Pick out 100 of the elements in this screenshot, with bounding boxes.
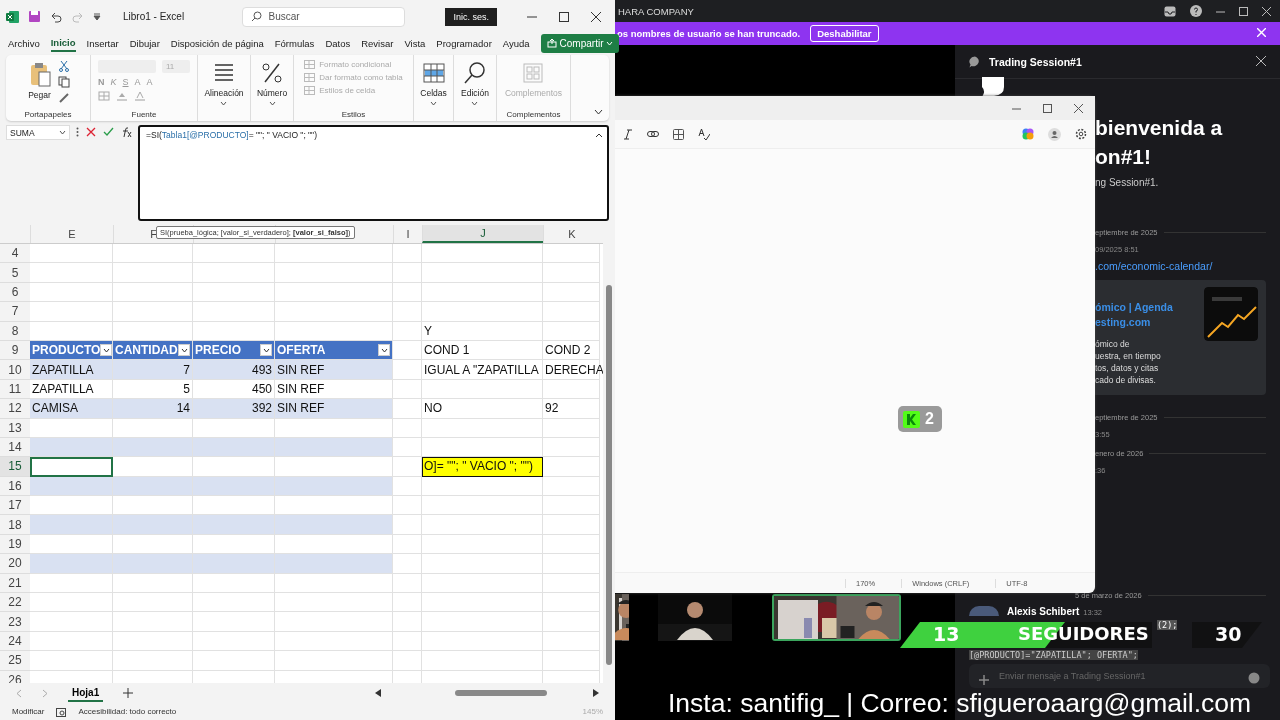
- brush-icon[interactable]: [57, 92, 70, 104]
- selected-cell[interactable]: [30, 457, 113, 477]
- table-header-cell[interactable]: CANTIDAD: [113, 340, 193, 361]
- table-cell[interactable]: [275, 612, 393, 632]
- table-cell[interactable]: [543, 515, 600, 535]
- italic-icon[interactable]: [623, 128, 633, 140]
- close-icon[interactable]: [1256, 55, 1266, 66]
- sheet-tab[interactable]: Hoja1: [68, 684, 104, 702]
- table-cell[interactable]: [422, 379, 543, 400]
- table-cell[interactable]: [422, 573, 543, 594]
- ribbon-tab[interactable]: Archivo: [8, 35, 40, 51]
- table-cell[interactable]: [543, 263, 600, 283]
- editing-cell[interactable]: O]= ""; " VACIO "; ""): [422, 457, 543, 477]
- table-cell[interactable]: [422, 554, 543, 574]
- table-cell[interactable]: [193, 515, 275, 535]
- row-header[interactable]: 20: [0, 554, 30, 574]
- table-cell[interactable]: [543, 554, 600, 574]
- table-cell[interactable]: [113, 282, 193, 303]
- table-cell[interactable]: [543, 379, 600, 400]
- table-cell[interactable]: [193, 593, 275, 613]
- preview-title[interactable]: ómico | Agenda: [1095, 300, 1173, 315]
- table-cell[interactable]: [30, 263, 113, 283]
- table-cell[interactable]: [193, 418, 275, 438]
- row-header[interactable]: 7: [0, 302, 30, 322]
- table-cell[interactable]: [275, 476, 393, 497]
- table-cell[interactable]: [543, 476, 600, 497]
- help-icon[interactable]: [1190, 5, 1202, 17]
- table-cell[interactable]: COND 2: [543, 340, 600, 361]
- ribbon-button[interactable]: Alineación: [202, 57, 246, 110]
- table-cell[interactable]: SIN REF: [275, 360, 393, 380]
- table-cell[interactable]: [543, 282, 600, 303]
- table-cell[interactable]: [275, 321, 393, 341]
- row-header[interactable]: 19: [0, 534, 30, 555]
- table-cell[interactable]: [393, 437, 422, 458]
- customize-icon[interactable]: [93, 12, 101, 21]
- avatar-icon[interactable]: [969, 606, 999, 616]
- table-cell[interactable]: [393, 534, 422, 555]
- table-cell[interactable]: [113, 631, 193, 652]
- previous-sheet-icon[interactable]: [16, 688, 22, 698]
- table-cell[interactable]: SIN REF: [275, 399, 393, 419]
- table-cell[interactable]: [422, 515, 543, 535]
- table-header-cell[interactable]: OFERTA: [275, 340, 393, 361]
- row-header[interactable]: 16: [0, 476, 30, 497]
- inbox-icon[interactable]: [1164, 5, 1176, 17]
- table-cell[interactable]: 493: [193, 360, 275, 380]
- row-header[interactable]: 10: [0, 360, 30, 380]
- ribbon-tab[interactable]: Ayuda: [502, 35, 530, 51]
- table-cell[interactable]: [30, 302, 113, 322]
- check-icon[interactable]: [103, 127, 114, 137]
- table-cell[interactable]: [275, 437, 393, 458]
- table-cell[interactable]: [393, 554, 422, 574]
- table-cell[interactable]: [113, 593, 193, 613]
- table-cell[interactable]: [275, 554, 393, 574]
- table-cell[interactable]: [275, 651, 393, 671]
- table-cell[interactable]: [543, 496, 600, 516]
- ribbon-tab[interactable]: Datos: [325, 35, 351, 51]
- collapse-ribbon-icon[interactable]: [594, 109, 603, 115]
- table-cell[interactable]: [113, 573, 193, 594]
- table-cell[interactable]: [275, 282, 393, 303]
- row-header[interactable]: 14: [0, 437, 30, 458]
- table-cell[interactable]: [422, 302, 543, 322]
- table-cell[interactable]: 7: [113, 360, 193, 380]
- ribbon-button[interactable]: Número: [254, 57, 290, 110]
- table-cell[interactable]: [543, 457, 600, 477]
- table-cell[interactable]: [113, 612, 193, 632]
- table-cell[interactable]: ZAPATILLA: [30, 360, 113, 380]
- table-cell[interactable]: [193, 573, 275, 594]
- close-icon[interactable]: [1074, 103, 1083, 113]
- search-field[interactable]: Buscar: [242, 6, 406, 27]
- ribbon-tab[interactable]: Inicio: [50, 34, 76, 52]
- table-cell[interactable]: [113, 263, 193, 283]
- row-header[interactable]: 8: [0, 321, 30, 341]
- table-cell[interactable]: [275, 573, 393, 594]
- column-header[interactable]: K: [543, 225, 600, 243]
- link-icon[interactable]: [647, 130, 659, 138]
- name-box[interactable]: SUMA: [6, 125, 70, 140]
- table-cell[interactable]: [113, 302, 193, 322]
- row-header[interactable]: 23: [0, 612, 30, 632]
- table-cell[interactable]: [393, 244, 422, 264]
- row-header[interactable]: 9: [0, 340, 30, 361]
- table-cell[interactable]: [422, 631, 543, 652]
- table-icon[interactable]: [673, 128, 684, 140]
- table-cell[interactable]: [275, 302, 393, 322]
- table-cell[interactable]: [393, 631, 422, 652]
- table-cell[interactable]: [393, 263, 422, 283]
- table-cell[interactable]: CAMISA: [30, 399, 113, 419]
- table-cell[interactable]: [30, 515, 113, 535]
- table-cell[interactable]: [422, 593, 543, 613]
- row-header[interactable]: 17: [0, 496, 30, 516]
- table-cell[interactable]: [193, 457, 275, 477]
- table-cell[interactable]: [193, 282, 275, 303]
- table-cell[interactable]: [543, 244, 600, 264]
- profile-icon[interactable]: [1048, 127, 1061, 141]
- row-header[interactable]: 24: [0, 631, 30, 652]
- cancel-icon[interactable]: [86, 127, 96, 137]
- table-cell[interactable]: [113, 457, 193, 477]
- undo-icon[interactable]: [49, 10, 63, 23]
- ribbon-button[interactable]: Edición: [459, 57, 491, 110]
- table-cell[interactable]: [393, 399, 422, 419]
- table-cell[interactable]: [113, 476, 193, 497]
